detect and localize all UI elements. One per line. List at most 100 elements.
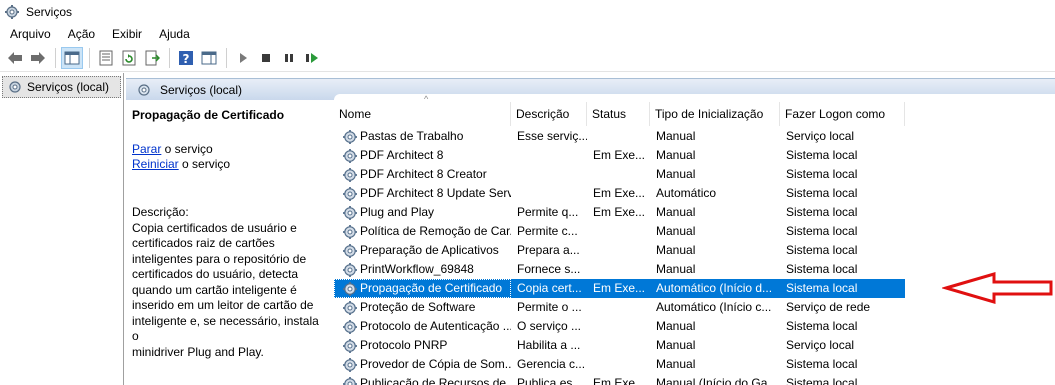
service-description-cell: O serviço ... [517,319,582,333]
export-list-icon [145,50,160,66]
column-header-description[interactable]: Descrição [511,102,587,126]
restart-service-line: Reiniciar o serviço [132,157,323,172]
service-description-cell: Gerencia c... [517,357,586,371]
service-name-cell: PDF Architect 8 Update Serv... [334,184,511,203]
help-button[interactable]: ? [175,47,197,69]
description-line: quando um cartão inteligente é [132,282,297,297]
column-header-startup-type[interactable]: Tipo de Inicialização [650,102,780,126]
back-button[interactable] [4,47,26,69]
service-logon-cell: Sistema local [786,148,858,162]
show-hide-action-pane-button[interactable] [198,47,220,69]
window-title: Serviços [26,5,73,19]
stop-service-link[interactable]: Parar [132,142,161,156]
service-row[interactable]: Publicação de Recursos de ... Publica es.… [334,374,905,385]
tree-item-services-local[interactable]: Serviços (local) [2,76,121,98]
service-row[interactable]: Protocolo PNRP Habilita a ... Manual Serviç… [334,336,905,355]
description-line: Copia certificados de usuário e [132,220,297,235]
service-row[interactable]: Provedor de Cópia de Som... Gerencia c...… [334,355,905,374]
column-header-label: Status [592,107,627,121]
refresh-button[interactable] [118,47,140,69]
description-line: inteligentes para o repositório de [132,251,307,266]
menu-exibir[interactable]: Exibir [102,27,149,41]
service-startup-type-cell: Manual [656,148,696,162]
service-rows: Pastas de Trabalho Esse serviç... Manual Se… [334,127,905,385]
service-description-cell: Permite q... [517,205,579,219]
service-row[interactable]: Protocolo de Autenticação ... O serviço .… [334,317,905,336]
service-logon-cell: Sistema local [786,167,858,181]
service-startup-type-cell: Manual [656,262,696,276]
stop-service-button[interactable] [255,47,277,69]
service-description-cell: Permite o ... [517,300,582,314]
service-name: Plug and Play [360,205,435,219]
menu-arquivo[interactable]: Arquivo [0,27,58,41]
restart-service-link[interactable]: Reiniciar [132,157,179,171]
menu-ajuda[interactable]: Ajuda [149,27,197,41]
service-name: Provedor de Cópia de Som... [360,357,511,371]
red-arrow-annotation [942,272,1053,304]
service-startup-type-cell: Manual [656,224,696,238]
service-status-cell: Em Exe... [593,281,646,295]
service-row[interactable]: PDF Architect 8 Em Exe... Manual Sistema lo… [334,146,905,165]
service-row[interactable]: PDF Architect 8 Creator Manual Sistema loc… [334,165,905,184]
forward-arrow-icon [31,52,45,64]
pause-service-button[interactable] [278,47,300,69]
service-row[interactable]: Preparação de Aplicativos Prepara a... Man… [334,241,905,260]
console-tree-icon [64,51,80,65]
services-pane: Serviços (local) Propagação de Certifica… [126,78,1055,385]
service-name: Política de Remoção de Car... [360,224,511,238]
service-name-cell: PrintWorkflow_69848 [334,260,511,279]
column-header-log-on-as[interactable]: Fazer Logon como [780,102,905,126]
service-row[interactable]: Propagação de Certificado Copia cert... Em… [334,279,905,298]
service-status-cell [587,317,650,336]
column-header-status[interactable]: Status [587,102,650,126]
toolbar-separator [226,48,227,68]
menu-acao[interactable]: Ação [58,27,102,41]
restart-service-button[interactable] [301,47,323,69]
show-console-tree-button[interactable] [61,47,83,69]
service-logon-cell: Sistema local [786,262,858,276]
service-gear-icon [342,167,360,183]
service-name: Protocolo PNRP [360,338,448,352]
service-name: PDF Architect 8 Creator [360,167,487,181]
service-startup-type-cell: Manual [656,319,696,333]
service-startup-type-cell: Manual [656,205,696,219]
service-row[interactable]: PDF Architect 8 Update Serv... Em Exe... A… [334,184,905,203]
service-name-cell: Plug and Play [334,203,511,222]
show-hide-icon [201,51,217,65]
column-header-name[interactable]: ^ Nome [334,94,511,126]
service-name-cell: PDF Architect 8 Creator [334,165,511,184]
console-tree: Serviços (local) [0,73,124,385]
service-logon-cell: Serviço local [786,129,855,143]
properties-button[interactable] [95,47,117,69]
service-gear-icon [342,262,360,278]
export-list-button[interactable] [141,47,163,69]
services-gear-icon [138,83,150,96]
service-name: PDF Architect 8 Update Serv... [360,186,511,200]
start-service-button[interactable] [232,47,254,69]
service-row[interactable]: Plug and Play Permite q... Em Exe... Manual… [334,203,905,222]
service-name-cell: Protocolo PNRP [334,336,511,355]
service-row[interactable]: Pastas de Trabalho Esse serviç... Manual Se… [334,127,905,146]
service-gear-icon [342,300,360,316]
service-startup-type-cell: Automático (Início c... [656,300,772,314]
column-header-label: Nome [339,107,372,121]
service-description: Descrição: Copia certificados de usuário… [132,205,323,360]
restart-icon [306,53,318,63]
service-row[interactable]: Proteção de Software Permite o ... Automát… [334,298,905,317]
service-description-cell: Fornece s... [517,262,581,276]
title-bar: Serviços [0,0,1055,24]
service-gear-icon [342,243,360,259]
service-row[interactable]: PrintWorkflow_69848 Fornece s... Manual Sis… [334,260,905,279]
service-logon-cell: Sistema local [786,186,858,200]
service-name: Preparação de Aplicativos [360,243,499,257]
forward-button[interactable] [27,47,49,69]
service-description-cell: Prepara a... [517,243,580,257]
service-logon-cell: Sistema local [786,205,858,219]
description-line: inteligente e, se necessário, instala o [132,313,319,344]
service-gear-icon [342,376,360,385]
service-description-cell: Permite c... [517,224,578,238]
service-row[interactable]: Política de Remoção de Car... Permite c..… [334,222,905,241]
service-logon-cell: Sistema local [786,376,858,385]
service-name: Pastas de Trabalho [360,129,464,143]
service-name-cell: Publicação de Recursos de ... [334,374,511,385]
